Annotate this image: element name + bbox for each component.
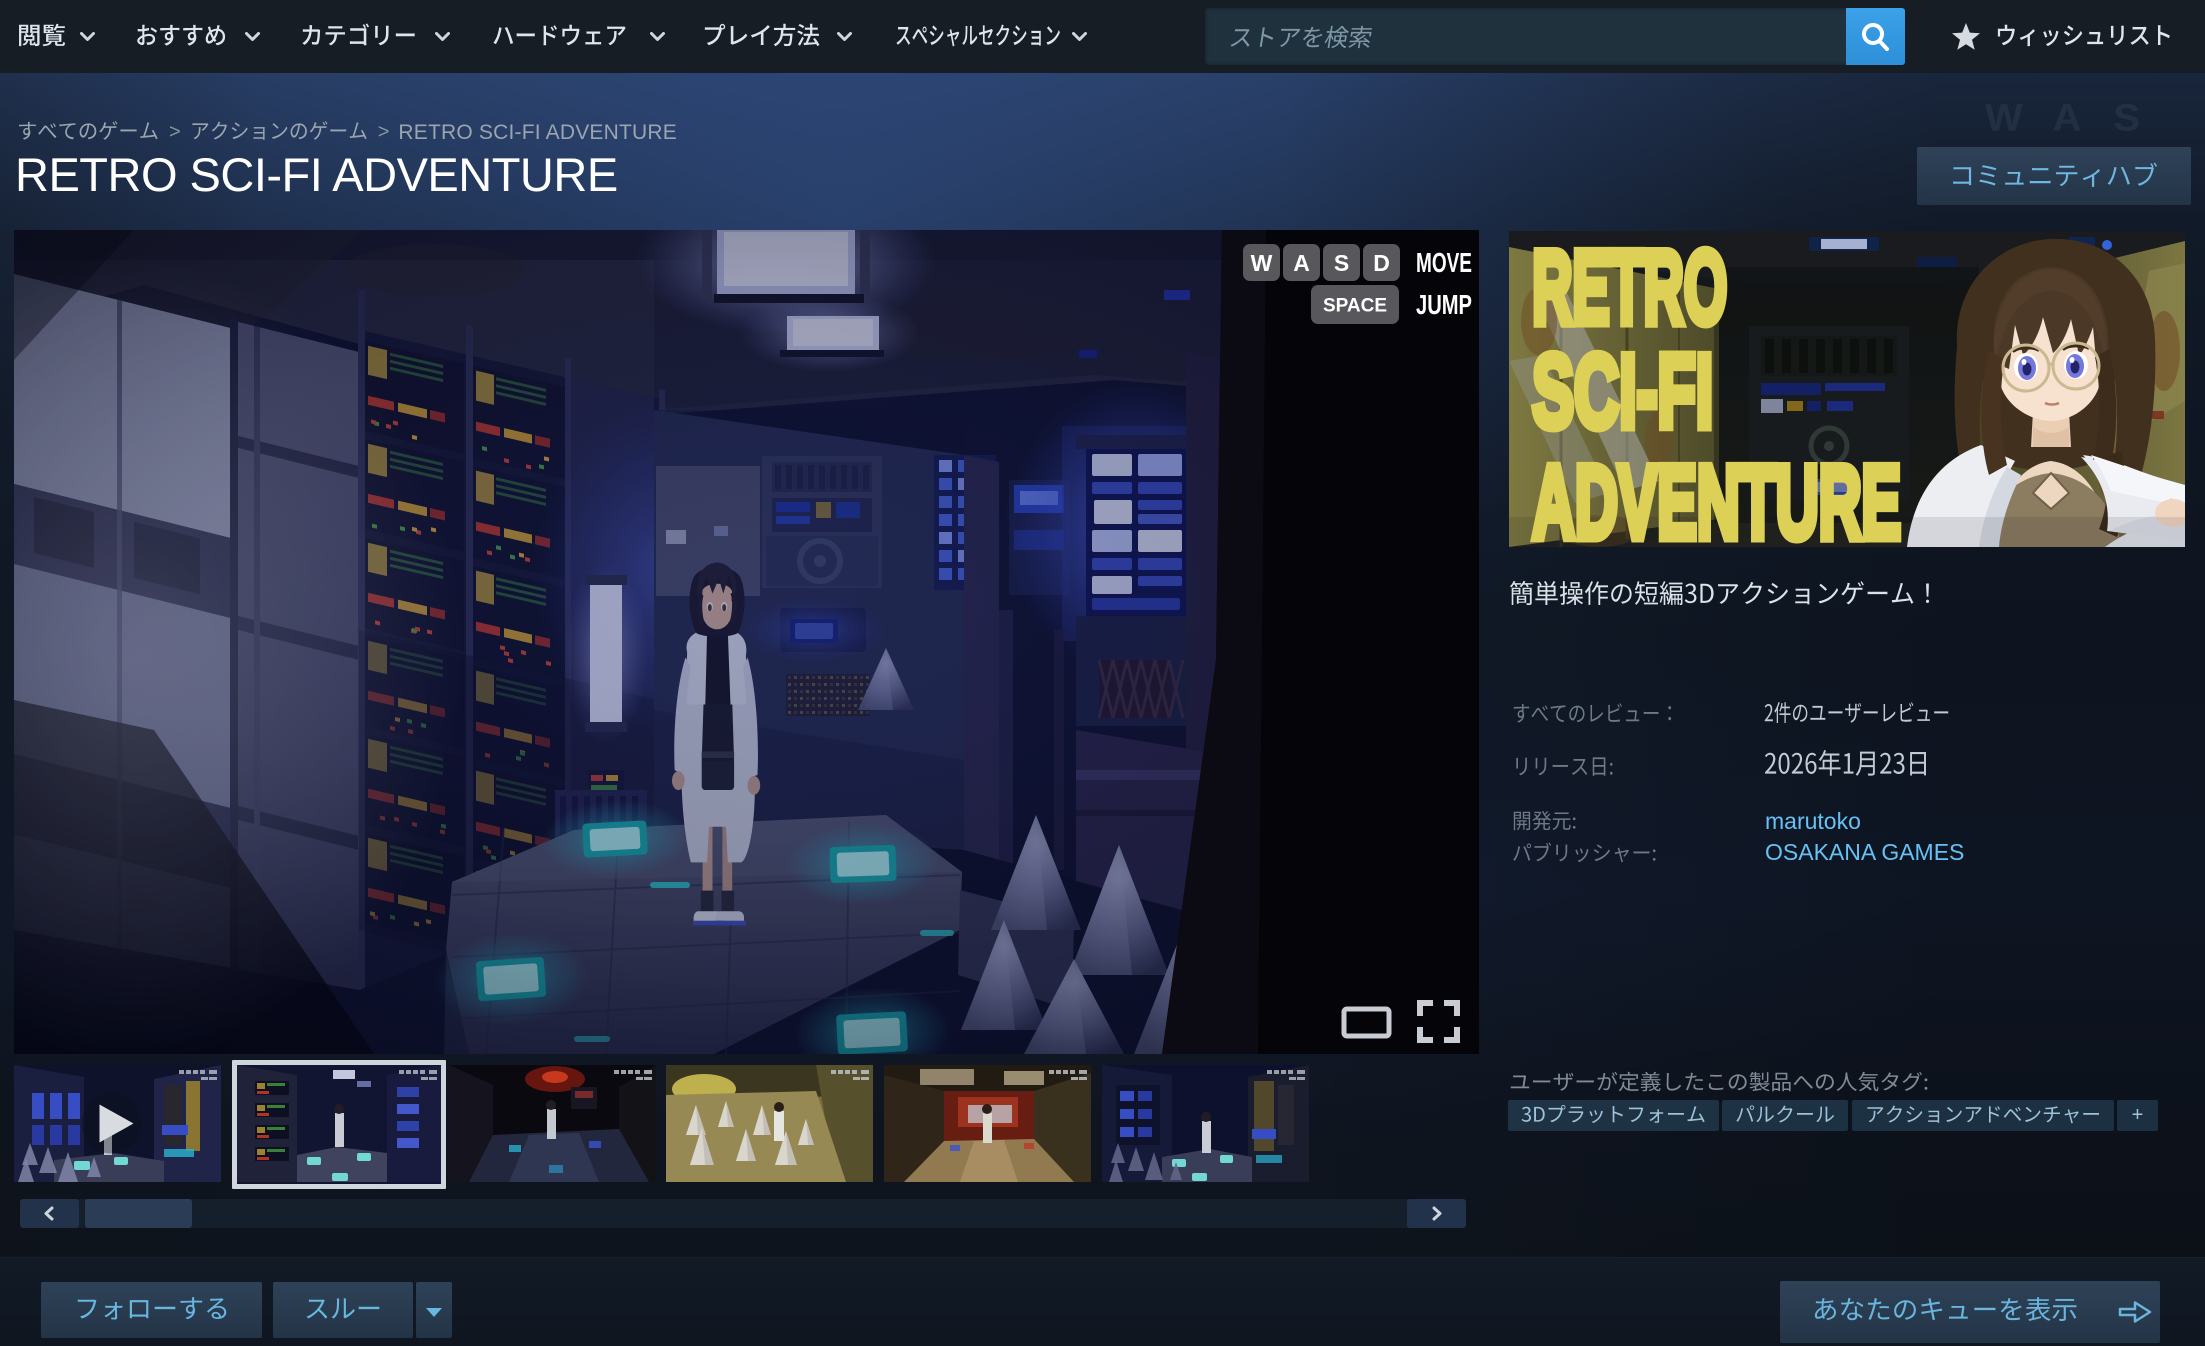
svg-text:SCI-FI: SCI-FI: [1532, 332, 1713, 449]
svg-text:A: A: [1293, 250, 1310, 276]
svg-text:D: D: [1373, 250, 1390, 276]
svg-text:RETRO: RETRO: [1532, 231, 1727, 345]
svg-text:W: W: [1251, 250, 1273, 276]
svg-text:JUMP: JUMP: [1416, 289, 1472, 320]
svg-text:MOVE: MOVE: [1416, 247, 1472, 278]
svg-text:S: S: [1334, 250, 1349, 276]
svg-text:SPACE: SPACE: [1323, 295, 1387, 316]
svg-text:ADVENTURE: ADVENTURE: [1532, 443, 1901, 547]
